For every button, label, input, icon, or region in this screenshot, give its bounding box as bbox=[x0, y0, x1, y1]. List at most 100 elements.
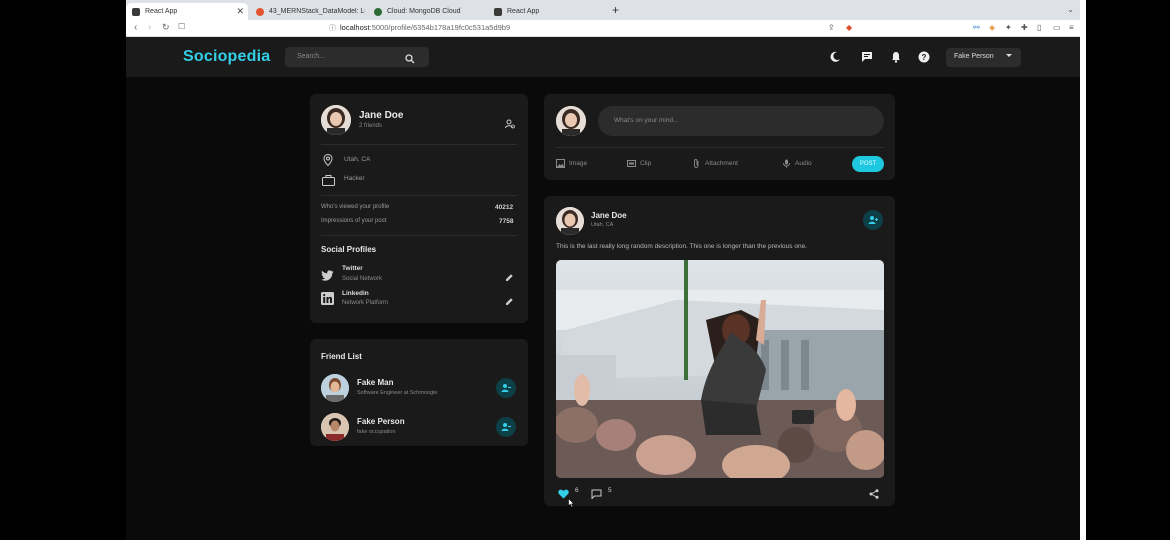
search-placeholder: Search... bbox=[297, 53, 326, 60]
post-image[interactable] bbox=[556, 260, 884, 478]
viewed-profile-value: 40212 bbox=[495, 204, 514, 211]
browser-tab-mongodb[interactable]: Cloud: MongoDB Cloud bbox=[368, 3, 486, 20]
manage-account-icon[interactable] bbox=[505, 116, 515, 134]
screen: React App ✕ 43_MERNStack_DataModel: Luci… bbox=[126, 0, 1080, 540]
tab-favicon-icon bbox=[256, 7, 264, 16]
friend-list-widget: Friend List Fake Man Software Engineer a… bbox=[310, 339, 528, 446]
person-remove-icon bbox=[501, 384, 511, 392]
message-icon[interactable] bbox=[861, 50, 873, 68]
browser-tab-lucid[interactable]: 43_MERNStack_DataModel: Lucid bbox=[250, 3, 366, 20]
browser-tab-react-app[interactable]: React App ✕ bbox=[126, 3, 248, 20]
link-icon[interactable]: ⚯ bbox=[973, 23, 980, 32]
audio-label: Audio bbox=[795, 160, 812, 167]
avatar[interactable] bbox=[321, 105, 351, 135]
new-tab-button[interactable]: + bbox=[612, 3, 619, 17]
clip-label: Clip bbox=[640, 160, 652, 167]
divider bbox=[556, 147, 884, 148]
impressions-label: Impressions of your post bbox=[321, 218, 387, 224]
forward-icon[interactable]: › bbox=[148, 22, 151, 33]
notifications-icon[interactable] bbox=[890, 50, 902, 68]
avatar[interactable] bbox=[321, 413, 349, 441]
browser-tab-bar: React App ✕ 43_MERNStack_DataModel: Luci… bbox=[126, 0, 1080, 20]
remove-friend-button[interactable] bbox=[496, 417, 516, 437]
add-friend-button[interactable] bbox=[863, 210, 883, 230]
post-location: Utah, CA bbox=[591, 222, 614, 228]
post-composer: What's on your mind... Image Clip Attach… bbox=[544, 94, 895, 180]
url-field[interactable]: localhost:5000/profile/6354b178a19fc0c53… bbox=[340, 23, 510, 32]
menu-icon[interactable]: ≡ bbox=[1069, 23, 1074, 32]
post-button[interactable]: POST bbox=[852, 156, 884, 172]
social-name-linkedin[interactable]: Linkedin bbox=[342, 290, 369, 297]
tab-favicon-icon bbox=[374, 7, 382, 16]
image-label: Image bbox=[569, 160, 588, 167]
social-desc-twitter: Social Network bbox=[342, 276, 383, 282]
share-icon[interactable]: ⇪ bbox=[828, 23, 835, 32]
image-button[interactable]: Image bbox=[556, 159, 587, 168]
back-icon[interactable]: ‹ bbox=[134, 22, 137, 33]
post-author[interactable]: Jane Doe bbox=[591, 211, 627, 220]
user-select[interactable]: Fake Person bbox=[946, 48, 1021, 67]
user-select-value: Fake Person bbox=[954, 53, 994, 60]
friend-occupation: fake occupation bbox=[357, 429, 396, 435]
social-name-twitter[interactable]: Twitter bbox=[342, 265, 363, 272]
edit-icon[interactable] bbox=[505, 269, 514, 287]
twitter-icon bbox=[321, 268, 334, 286]
attachment-button[interactable]: Attachment bbox=[692, 159, 738, 168]
friends-count: 2 friends bbox=[359, 123, 383, 129]
comment-count: 5 bbox=[608, 487, 612, 494]
friend-occupation: Software Engineer at Schmoogle bbox=[357, 390, 438, 396]
clip-button[interactable]: Clip bbox=[627, 159, 651, 168]
extension-icon[interactable]: ✦ bbox=[1005, 23, 1012, 32]
post-description: This is the last really long random desc… bbox=[556, 243, 807, 250]
like-count: 6 bbox=[575, 487, 579, 494]
site-info-icon[interactable]: ⓘ bbox=[329, 23, 336, 33]
image-icon bbox=[556, 159, 565, 168]
search-input[interactable]: Search... bbox=[285, 47, 429, 67]
tab-favicon-icon bbox=[132, 7, 140, 16]
app-logo[interactable]: Sociopedia bbox=[183, 48, 270, 66]
friend-name[interactable]: Fake Man bbox=[357, 378, 393, 387]
svg-text:?: ? bbox=[922, 53, 927, 62]
tab-title: React App bbox=[145, 8, 178, 15]
sidebar-icon[interactable]: ▯ bbox=[1037, 23, 1041, 32]
comment-icon[interactable] bbox=[591, 486, 602, 504]
avatar[interactable] bbox=[556, 207, 584, 235]
help-icon[interactable]: ? bbox=[918, 50, 930, 68]
user-widget: Jane Doe 2 friends Utah, CA Hacker Who's… bbox=[310, 94, 528, 323]
close-tab-icon[interactable]: ✕ bbox=[236, 6, 244, 17]
linkedin-icon bbox=[321, 292, 334, 310]
friend-name[interactable]: Fake Person bbox=[357, 417, 405, 426]
edit-icon[interactable] bbox=[505, 293, 514, 311]
bookmark-icon[interactable]: ☐ bbox=[178, 22, 185, 31]
share-icon[interactable] bbox=[869, 486, 879, 504]
puzzle-icon[interactable]: ✚ bbox=[1021, 23, 1028, 32]
app-navbar: Sociopedia Search... ? Fake Person bbox=[126, 37, 1080, 77]
tab-search-icon[interactable]: ⌄ bbox=[1067, 5, 1074, 14]
divider bbox=[321, 144, 517, 145]
browser-tab-react-app-2[interactable]: React App bbox=[488, 3, 606, 20]
avatar[interactable] bbox=[556, 106, 586, 136]
brave-shield-icon[interactable]: ◆ bbox=[846, 23, 852, 32]
person-add-icon bbox=[868, 216, 878, 224]
location-icon bbox=[323, 153, 333, 171]
friend-list-title: Friend List bbox=[321, 352, 362, 361]
screen-edge bbox=[1080, 0, 1086, 540]
avatar[interactable] bbox=[321, 374, 349, 402]
microphone-icon bbox=[783, 159, 790, 168]
user-name[interactable]: Jane Doe bbox=[359, 110, 403, 121]
reload-icon[interactable]: ↻ bbox=[162, 22, 170, 33]
dark-mode-icon[interactable] bbox=[829, 50, 841, 68]
wallet-icon[interactable]: ▭ bbox=[1053, 23, 1061, 32]
post-widget: Jane Doe Utah, CA This is the last reall… bbox=[544, 196, 895, 508]
viewed-profile-label: Who's viewed your profile bbox=[321, 204, 390, 210]
post-input[interactable]: What's on your mind... bbox=[598, 106, 884, 136]
social-desc-linkedin: Network Platform bbox=[342, 300, 389, 306]
remove-friend-button[interactable] bbox=[496, 378, 516, 398]
divider bbox=[321, 195, 517, 196]
search-icon[interactable] bbox=[405, 51, 415, 69]
work-icon bbox=[322, 173, 335, 191]
audio-button[interactable]: Audio bbox=[782, 159, 812, 168]
post-input-placeholder: What's on your mind... bbox=[614, 117, 679, 124]
attachment-icon bbox=[694, 159, 699, 168]
metamask-icon[interactable]: ◈ bbox=[989, 23, 995, 32]
